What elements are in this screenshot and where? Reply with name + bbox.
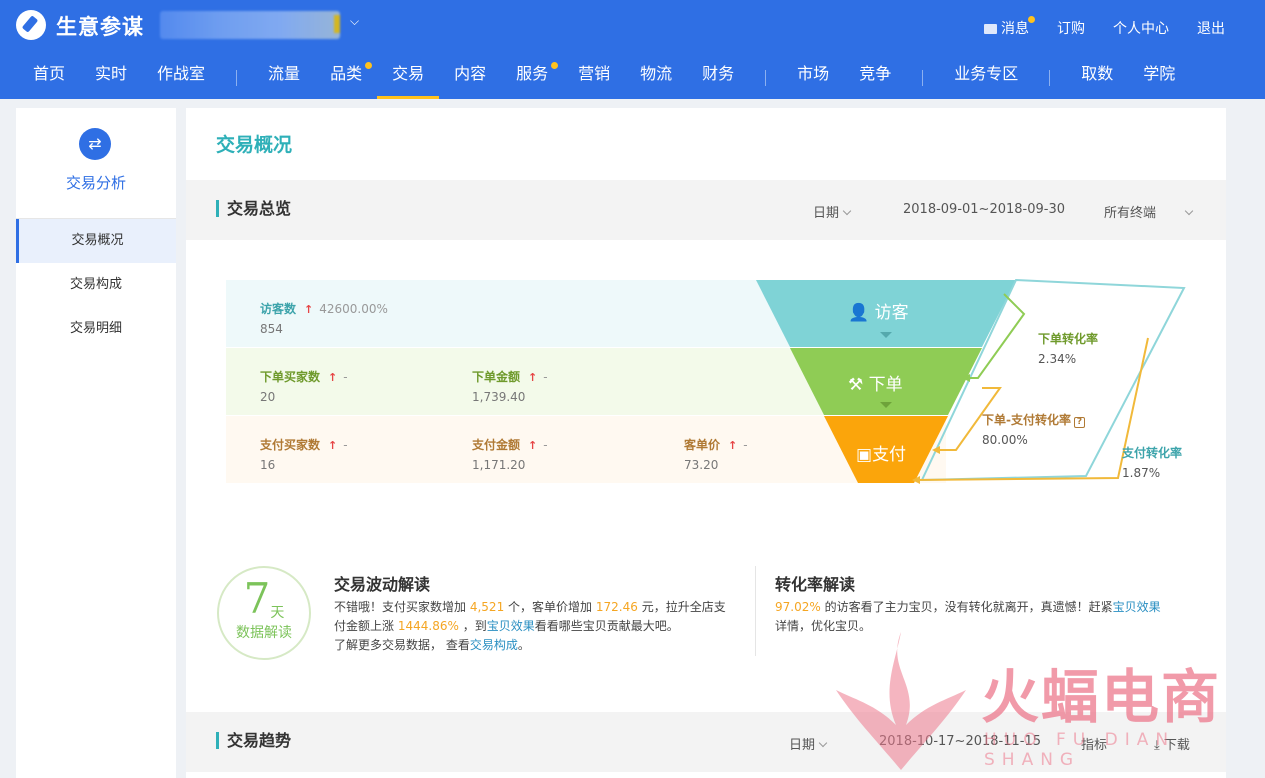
nav-content[interactable]: 内容 (439, 56, 501, 99)
top-header: 生意参谋 ⌵ 消息 订购 个人中心 退出 首页 实时 作战室 流量 品类 交易 … (0, 0, 1265, 99)
item-effect-link[interactable]: 宝贝效果 (1113, 600, 1161, 614)
nav-traffic[interactable]: 流量 (253, 56, 315, 99)
chevron-down-icon (818, 738, 828, 748)
seven-day-badge[interactable]: 7天 数据解读 (217, 566, 311, 660)
nav-realtime[interactable]: 实时 (80, 56, 142, 99)
sidebar: ⇄ 交易分析 交易概况 交易构成 交易明细 (16, 108, 176, 778)
nav-finance[interactable]: 财务 (687, 56, 749, 99)
section-title: 交易总览 (216, 200, 291, 217)
nav-home[interactable]: 首页 (18, 56, 80, 99)
download-button[interactable]: ⤓ 下载 (1154, 734, 1190, 753)
rate-insight-title: 转化率解读 (775, 575, 856, 594)
nav-market[interactable]: 市场 (782, 56, 844, 99)
funnel-label-visit: 👤 访客 (848, 303, 909, 323)
nav-separator (236, 69, 238, 86)
page-title: 交易概况 (216, 134, 293, 156)
nav-logistics[interactable]: 物流 (625, 56, 687, 99)
rate-insight-body: 97.02% 的访客看了主力宝贝，没有转化就离开，真遗憾！赶紧宝贝效果 详情，优… (775, 600, 1161, 633)
date-range-picker[interactable]: 2018-10-17~2018-11-15 (879, 734, 1041, 749)
top-links: 消息 订购 个人中心 退出 (984, 16, 1225, 38)
nav-separator (922, 69, 924, 86)
order-pay-conversion-rate: 下单-支付转化率? 80.00% (982, 411, 1085, 447)
nav-competition[interactable]: 竞争 (844, 56, 906, 99)
trade-composition-link[interactable]: 交易构成 (470, 638, 518, 652)
pay-buyers-metric: 支付买家数 ↑ - 16 (260, 438, 348, 472)
arrow-up-icon: ↑ (728, 439, 738, 452)
pay-conversion-rate: 支付转化率 1.87% (1122, 446, 1183, 480)
arrow-up-icon: ↑ (528, 371, 538, 384)
nav-marketing[interactable]: 营销 (563, 56, 625, 99)
nav-data-fetch[interactable]: 取数 (1066, 56, 1128, 99)
arrow-up-icon: ↑ (328, 371, 338, 384)
exchange-icon: ⇄ (79, 128, 111, 160)
funnel-label-pay: ▣支付 (856, 445, 907, 465)
notification-dot (1028, 16, 1035, 23)
main-panel: 交易概况 交易总览 日期 2018-09-01~2018-09-30 所有终端 … (186, 108, 1226, 778)
sidebar-item-details[interactable]: 交易明细 (16, 307, 176, 351)
terminal-select[interactable]: 所有终端 (1104, 202, 1194, 221)
download-icon: ⤓ (1154, 738, 1160, 753)
order-conversion-rate: 下单转化率 2.34% (1038, 332, 1099, 366)
messages-link[interactable]: 消息 (984, 16, 1035, 38)
wave-insight-title: 交易波动解读 (334, 575, 431, 594)
chevron-down-icon (842, 206, 852, 216)
user-icon: 👤 (848, 303, 870, 323)
gavel-icon: ⚒ (848, 375, 864, 395)
chevron-down-icon (1184, 206, 1194, 216)
arrow-left-icon (932, 446, 940, 454)
order-buyers-metric: 下单买家数 ↑ - 20 (260, 370, 348, 404)
divider (755, 566, 756, 656)
mail-icon (984, 24, 997, 34)
overview-section-bar: 交易总览 日期 2018-09-01~2018-09-30 所有终端 (186, 180, 1226, 240)
nav-category[interactable]: 品类 (315, 56, 377, 99)
nav-service[interactable]: 服务 (501, 56, 563, 99)
nav-war-room[interactable]: 作战室 (142, 56, 220, 99)
metric-select[interactable]: 指标 (1081, 734, 1107, 753)
arrow-up-icon: ↑ (304, 303, 314, 316)
pay-amount-metric: 支付金额 ↑ - 1,171.20 (472, 438, 548, 472)
subscribe-link[interactable]: 订购 (1057, 18, 1085, 38)
sidebar-item-composition[interactable]: 交易构成 (16, 263, 176, 307)
unit-price-metric: 客单价 ↑ - 73.20 (684, 438, 748, 472)
wave-insight-body: 不错哦！支付买家数增加 4,521 个，客单价增加 172.46 元，拉升全店支… (334, 600, 726, 652)
date-range-picker[interactable]: 2018-09-01~2018-09-30 (903, 202, 1065, 217)
logout-link[interactable]: 退出 (1197, 18, 1225, 38)
nav-separator (1049, 69, 1051, 86)
sidebar-section-title: 交易分析 (65, 174, 126, 192)
shop-name-blurred[interactable] (160, 11, 340, 39)
wallet-icon: ▣ (856, 445, 873, 465)
nav-academy[interactable]: 学院 (1128, 56, 1190, 99)
arrow-up-icon: ↑ (328, 439, 338, 452)
nav-trade[interactable]: 交易 (377, 56, 440, 99)
date-type-select[interactable]: 日期 (789, 734, 828, 753)
compass-logo-icon[interactable] (16, 10, 46, 40)
personal-center-link[interactable]: 个人中心 (1113, 18, 1169, 38)
section-title: 交易趋势 (216, 732, 291, 749)
nav-business-zone[interactable]: 业务专区 (939, 56, 1033, 99)
nav-separator (765, 69, 767, 86)
date-type-select[interactable]: 日期 (813, 202, 852, 221)
chevron-down-icon[interactable]: ⌵ (350, 14, 359, 29)
notification-dot (551, 62, 559, 69)
app-title[interactable]: 生意参谋 (56, 11, 144, 41)
item-effect-link[interactable]: 宝贝效果 (487, 619, 535, 633)
order-amount-metric: 下单金额 ↑ - 1,739.40 (472, 370, 548, 404)
main-nav: 首页 实时 作战室 流量 品类 交易 内容 服务 营销 物流 财务 市场 竞争 … (18, 56, 1190, 99)
notification-dot (365, 62, 373, 69)
help-icon[interactable]: ? (1073, 417, 1085, 428)
funnel-label-order: ⚒ 下单 (848, 375, 903, 395)
trend-section-bar: 交易趋势 日期 2018-10-17~2018-11-15 指标 ⤓ 下载 (186, 712, 1226, 772)
sidebar-item-overview[interactable]: 交易概况 (16, 219, 176, 263)
visitors-metric: 访客数 ↑ 42600.00% 854 (260, 302, 388, 336)
arrow-up-icon: ↑ (528, 439, 538, 452)
